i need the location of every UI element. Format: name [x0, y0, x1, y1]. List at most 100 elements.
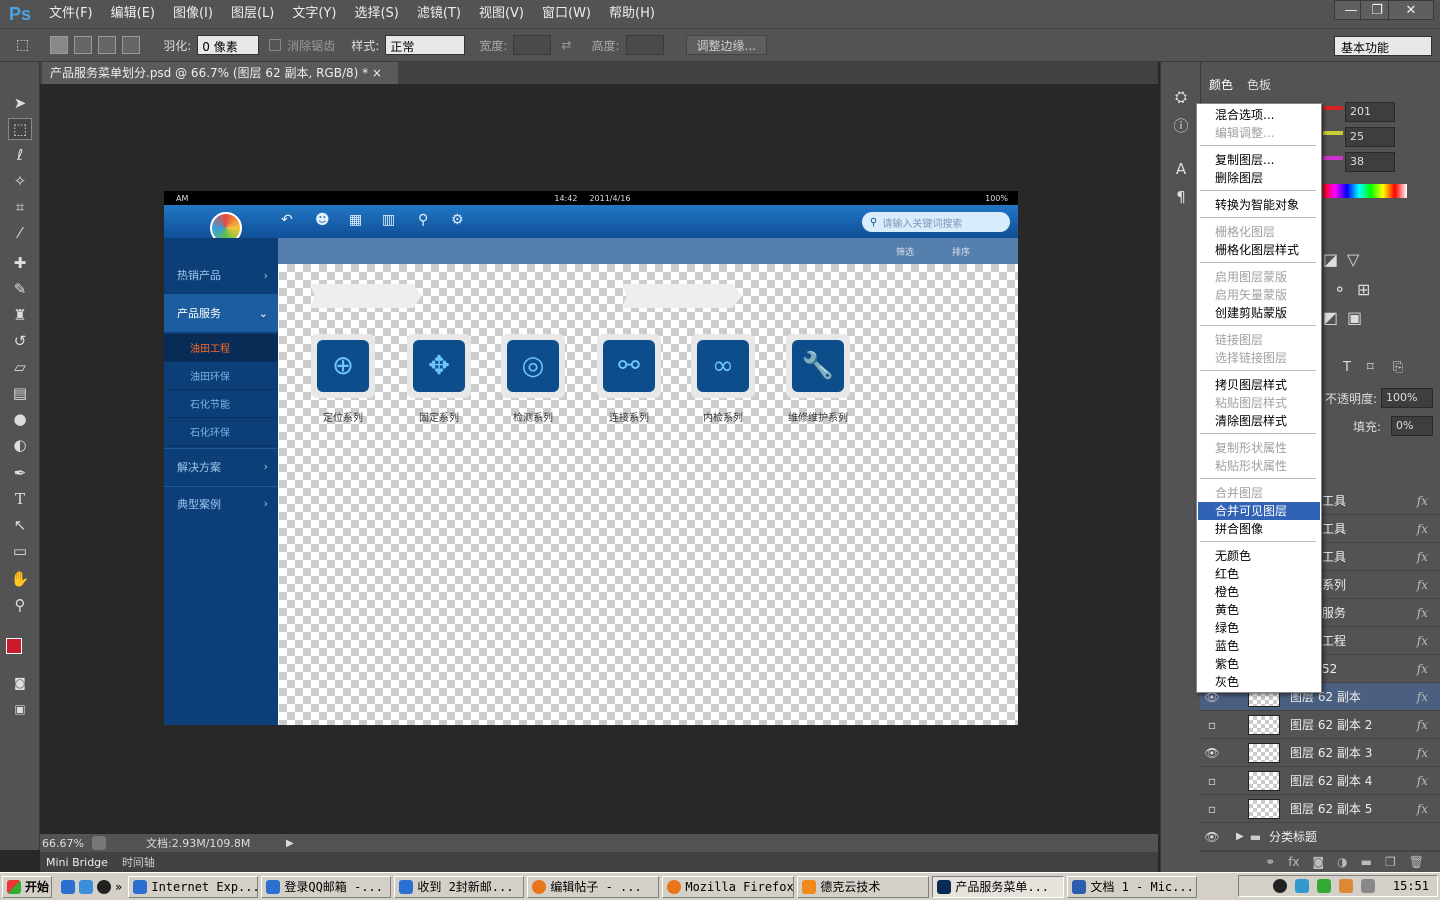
layer-fx-icon[interactable]: fx	[1417, 662, 1428, 676]
intersect-selection-icon[interactable]	[122, 36, 141, 54]
menu-window[interactable]: 窗口(W)	[533, 0, 600, 28]
layer-fx-icon[interactable]: fx	[1417, 550, 1428, 564]
layer-fx-icon[interactable]: fx	[1417, 578, 1428, 592]
menu-help[interactable]: 帮助(H)	[600, 0, 664, 28]
tray-app-icon[interactable]	[1338, 879, 1353, 893]
task-photoshop[interactable]: 产品服务菜单...	[932, 875, 1065, 898]
visibility-eye-icon[interactable]: 👁	[1200, 746, 1224, 760]
document-tab[interactable]: 产品服务菜单划分.psd @ 66.7% (图层 62 副本, RGB/8) *…	[42, 62, 398, 84]
task-word[interactable]: 文档 1 - Mic...	[1067, 875, 1198, 898]
browser-quicklaunch-icon[interactable]	[79, 879, 93, 894]
feather-input[interactable]: 0 像素	[197, 35, 260, 55]
red-slider[interactable]	[1323, 106, 1343, 110]
menu-image[interactable]: 图像(I)	[164, 0, 222, 28]
context-menu-item[interactable]: 橙色	[1198, 583, 1320, 601]
antialias-checkbox[interactable]	[269, 39, 282, 51]
visibility-off-icon[interactable]: ▫	[1200, 802, 1224, 816]
crop-tool-icon[interactable]: ⌗	[8, 196, 32, 218]
layer-fx-icon[interactable]: fx	[1417, 606, 1428, 620]
menu-select[interactable]: 选择(S)	[345, 0, 407, 28]
blue-value-input[interactable]: 38	[1345, 152, 1395, 172]
task-dekeyun[interactable]: 德克云技术	[797, 875, 930, 898]
add-mask-icon[interactable]: ◙	[1313, 855, 1325, 869]
style-select[interactable]: 正常	[385, 35, 466, 55]
adjust-channel-icon[interactable]: ⚬	[1333, 280, 1346, 299]
close-button[interactable]: ✕	[1388, 0, 1434, 20]
visibility-off-icon[interactable]: ▫	[1200, 774, 1224, 788]
layer-row[interactable]: ▫ 图层 62 副本 4 fx	[1200, 767, 1440, 795]
shape-tool-icon[interactable]: ▭	[8, 540, 32, 562]
menu-type[interactable]: 文字(Y)	[283, 0, 345, 28]
task-mail[interactable]: 收到 2封新邮...	[394, 875, 525, 898]
new-selection-icon[interactable]	[50, 36, 69, 54]
layer-fx-icon[interactable]: fx	[1417, 494, 1428, 508]
zoom-level[interactable]: 66.67%	[42, 837, 92, 850]
blue-slider[interactable]	[1323, 156, 1343, 160]
menu-filter[interactable]: 滤镜(T)	[408, 0, 470, 28]
task-qqmail[interactable]: 登录QQ邮箱 -...	[261, 875, 392, 898]
quick-mask-icon[interactable]: ◙	[8, 672, 32, 694]
history-brush-icon[interactable]: ↺	[8, 330, 32, 352]
layer-filter-shape-icon[interactable]: ⌑	[1367, 360, 1374, 375]
task-firefox[interactable]: Mozilla Firefox	[662, 875, 795, 898]
menu-view[interactable]: 视图(V)	[470, 0, 533, 28]
layer-group-row[interactable]: 👁 ▶ ▬ 分类标题	[1200, 823, 1440, 851]
context-menu-item[interactable]: 合并可见图层	[1198, 502, 1320, 520]
add-style-icon[interactable]: fx	[1288, 855, 1299, 869]
layer-row[interactable]: ▫ 图层 62 副本 2 fx	[1200, 711, 1440, 739]
stamp-tool-icon[interactable]: ♜	[8, 304, 32, 326]
context-menu-item[interactable]: 紫色	[1198, 655, 1320, 673]
context-menu-item[interactable]: 红色	[1198, 565, 1320, 583]
qq-quicklaunch-icon[interactable]	[97, 879, 111, 894]
new-layer-icon[interactable]: ❐	[1385, 855, 1396, 869]
tab-mini-bridge[interactable]: Mini Bridge	[46, 856, 108, 869]
lasso-tool-icon[interactable]: ℓ	[8, 144, 32, 166]
layer-row[interactable]: 👁 图层 62 副本 3 fx	[1200, 739, 1440, 767]
ie-quicklaunch-icon[interactable]	[61, 879, 75, 894]
layer-fx-icon[interactable]: fx	[1417, 690, 1428, 704]
layer-filter-text-icon[interactable]: T	[1343, 360, 1351, 375]
menu-edit[interactable]: 编辑(E)	[102, 0, 164, 28]
visibility-eye-icon[interactable]: 👁	[1200, 830, 1224, 844]
layer-fx-icon[interactable]: fx	[1417, 774, 1428, 788]
context-menu-item[interactable]: 转换为智能对象	[1198, 196, 1320, 214]
opacity-input[interactable]: 100%	[1381, 388, 1433, 408]
task-edit-post[interactable]: 编辑帖子 - ...	[527, 875, 660, 898]
quicklaunch-more[interactable]: »	[115, 880, 122, 894]
context-menu-item[interactable]: 清除图层样式	[1198, 412, 1320, 430]
color-spectrum[interactable]	[1323, 184, 1407, 198]
blur-tool-icon[interactable]: ●	[8, 408, 32, 430]
layer-filter-smart-icon[interactable]: ⎘	[1393, 360, 1403, 375]
pen-tool-icon[interactable]: ✒	[8, 462, 32, 484]
adjust-invert-icon[interactable]: ◩	[1323, 308, 1338, 327]
move-tool-icon[interactable]: ➤	[8, 92, 32, 114]
height-input[interactable]	[625, 35, 664, 55]
status-arrow-icon[interactable]: ▶	[286, 838, 294, 849]
layer-fx-icon[interactable]: fx	[1417, 746, 1428, 760]
gradient-tool-icon[interactable]: ▤	[8, 382, 32, 404]
marquee-tool-icon[interactable]: ⬚	[16, 37, 29, 53]
refine-edge-button[interactable]: 调整边缘...	[685, 35, 767, 55]
tab-color[interactable]: 颜色	[1209, 76, 1233, 93]
fill-input[interactable]: 0%	[1391, 416, 1433, 436]
group-expand-icon[interactable]: ▶	[1236, 831, 1244, 842]
character-panel-icon[interactable]: A	[1169, 158, 1193, 180]
adjust-gradient-icon[interactable]: ▽	[1347, 250, 1359, 269]
foreground-color-swatch[interactable]	[6, 638, 22, 654]
new-group-icon[interactable]: ▬	[1361, 855, 1372, 869]
red-value-input[interactable]: 201	[1345, 102, 1395, 122]
context-menu-item[interactable]: 绿色	[1198, 619, 1320, 637]
tab-swatches[interactable]: 色板	[1247, 76, 1271, 93]
type-tool-icon[interactable]: T	[8, 488, 32, 510]
brush-tool-icon[interactable]: ✎	[8, 278, 32, 300]
layer-fx-icon[interactable]: fx	[1417, 718, 1428, 732]
adjust-levels-icon[interactable]: ◪	[1323, 250, 1338, 269]
context-menu-item[interactable]: 蓝色	[1198, 637, 1320, 655]
green-slider[interactable]	[1323, 131, 1343, 135]
adjust-table-icon[interactable]: ⊞	[1357, 280, 1370, 299]
start-button[interactable]: 开始	[2, 875, 52, 898]
delete-layer-icon[interactable]: 🗑	[1409, 855, 1424, 869]
status-menu-icon[interactable]	[92, 836, 106, 850]
adjust-threshold-icon[interactable]: ▣	[1347, 308, 1362, 327]
layer-fx-icon[interactable]: fx	[1417, 634, 1428, 648]
